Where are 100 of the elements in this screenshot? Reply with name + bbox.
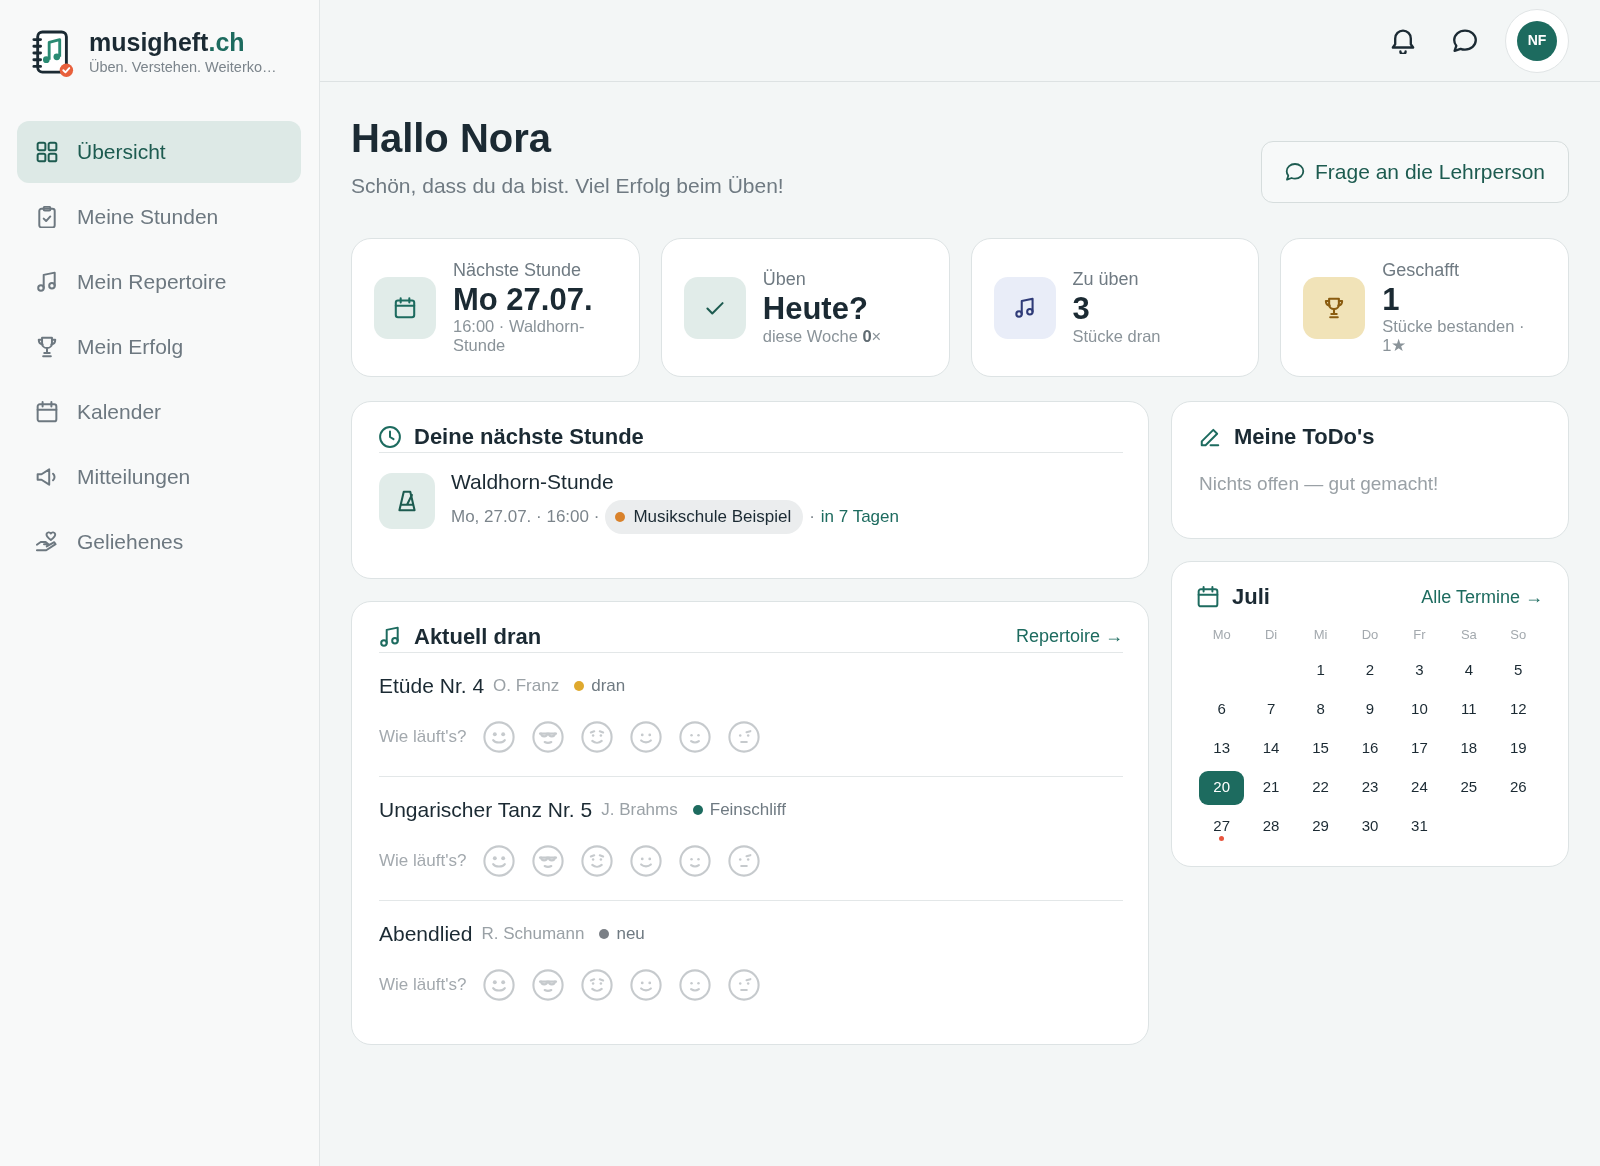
glasses-face-icon[interactable] [532, 844, 565, 877]
skeptical-face-icon[interactable] [728, 844, 761, 877]
music-note-icon [36, 271, 58, 293]
calendar-day[interactable]: 12 [1495, 692, 1541, 727]
smile-face-icon[interactable] [679, 968, 712, 1001]
brand-name: musigheft.ch [89, 29, 246, 56]
calendar-day[interactable]: 20 [1199, 770, 1245, 805]
stat-label: Nächste Stunde [453, 259, 583, 282]
nav-item[interactable]: Meine Stunden [17, 186, 301, 248]
smile-face-icon[interactable] [630, 968, 663, 1001]
calendar-icon [36, 401, 58, 423]
weekday-label: Sa [1459, 626, 1478, 644]
glasses-face-icon[interactable] [532, 968, 565, 1001]
skeptical-face-icon[interactable] [728, 720, 761, 753]
weekday-label: Di [1264, 626, 1279, 644]
calendar-day[interactable]: 28 [1248, 809, 1294, 844]
stat-value: Heute? [762, 291, 869, 327]
smile-face-icon[interactable] [679, 844, 712, 877]
calendar-day[interactable]: 3 [1396, 653, 1442, 688]
smile-face-icon[interactable] [630, 720, 663, 753]
piece-title: Abendlied [379, 920, 473, 947]
nav-item[interactable]: Kalender [17, 381, 301, 443]
calendar-day[interactable]: 14 [1248, 731, 1294, 766]
calendar-day[interactable]: 26 [1495, 770, 1541, 805]
profile-button[interactable]: NF [1505, 8, 1569, 73]
calendar-day[interactable]: 27 [1199, 809, 1245, 844]
stat-value: Mo 27.07. [453, 281, 594, 318]
stat-note: Stücke bestanden · 1★ [1382, 317, 1526, 356]
pencil-icon [1199, 426, 1221, 448]
brand-tagline: Üben. Verstehen. Weiterko… [89, 59, 277, 77]
greeting-title: Hallo Nora [351, 115, 553, 161]
weekday-label: Mi [1312, 626, 1329, 644]
calendar-icon [1197, 586, 1219, 608]
nav-item[interactable]: Mein Repertoire [17, 251, 301, 313]
stat-note: diese Woche 0× [762, 326, 882, 346]
calendar-day[interactable]: 22 [1298, 770, 1344, 805]
speech-bubble-icon [1285, 162, 1305, 182]
stat-note: 16:00 · Waldhorn-Stunde [453, 317, 586, 356]
skeptical-face-icon[interactable] [728, 968, 761, 1001]
glasses-face-icon[interactable] [532, 720, 565, 753]
eyebrows-face-icon[interactable] [581, 720, 614, 753]
bell-icon[interactable] [1390, 27, 1416, 54]
rating-prompt: Wie läuft's? [379, 725, 467, 748]
calendar-day[interactable]: 1 [1298, 653, 1344, 688]
calendar-day[interactable]: 5 [1495, 653, 1541, 688]
nav-item[interactable]: Mein Erfolg [17, 316, 301, 378]
grin-face-icon[interactable] [483, 968, 516, 1001]
calendar-day[interactable]: 24 [1396, 770, 1442, 805]
calendar-day[interactable]: 8 [1298, 692, 1344, 727]
music-note-icon [379, 625, 401, 648]
calendar-day[interactable]: 29 [1298, 809, 1344, 844]
speech-bubble-icon[interactable] [1452, 27, 1478, 54]
calendar-day[interactable]: 18 [1446, 731, 1492, 766]
nav-item[interactable]: Mitteilungen [17, 446, 301, 508]
metronome-icon [379, 473, 435, 530]
grin-face-icon[interactable] [483, 844, 516, 877]
calendar-day[interactable]: 15 [1298, 731, 1344, 766]
calendar-day[interactable]: 9 [1347, 692, 1393, 727]
lesson-time: Mo, 27.07. · 16:00 · [451, 506, 600, 529]
status-label: neu [616, 922, 645, 945]
all-events-link[interactable]: Alle Termine → [1421, 583, 1543, 611]
megaphone-icon [36, 466, 58, 488]
calendar-day[interactable]: 30 [1347, 809, 1393, 844]
grin-face-icon[interactable] [483, 720, 516, 753]
calendar-day[interactable]: 7 [1248, 692, 1294, 727]
eyebrows-face-icon[interactable] [581, 844, 614, 877]
calendar-day[interactable]: 10 [1396, 692, 1442, 727]
calendar-day[interactable]: 13 [1199, 731, 1245, 766]
calendar-day[interactable]: 6 [1199, 692, 1245, 727]
weekday-label: Mo [1211, 626, 1232, 644]
smile-face-icon[interactable] [679, 720, 712, 753]
clock-icon [379, 426, 401, 448]
weekday-label: Do [1360, 626, 1380, 644]
calendar-day[interactable]: 31 [1396, 809, 1442, 844]
clipboard-check-icon [36, 206, 58, 228]
calendar-day[interactable]: 25 [1446, 770, 1492, 805]
repertoire-link[interactable]: Repertoire → [1015, 623, 1123, 651]
calendar-day[interactable]: 11 [1446, 692, 1492, 727]
nav-item[interactable]: Übersicht [17, 121, 301, 183]
stat-label: Üben [762, 269, 807, 291]
nav-item[interactable]: Geliehenes [17, 511, 301, 573]
logo-icon [31, 28, 75, 78]
calendar-day[interactable]: 16 [1347, 731, 1393, 766]
composer-name: R. Schumann [481, 922, 585, 945]
calendar-day[interactable]: 19 [1495, 731, 1541, 766]
ask-teacher-button[interactable]: Frage an die Lehrperson [1261, 141, 1569, 203]
rating-prompt: Wie läuft's? [379, 973, 467, 996]
status-label: Feinschliff [709, 798, 786, 821]
rating-prompt: Wie läuft's? [379, 849, 467, 872]
smile-face-icon[interactable] [630, 844, 663, 877]
stat-label: Geschafft [1382, 259, 1460, 282]
eyebrows-face-icon[interactable] [581, 968, 614, 1001]
calendar-day[interactable]: 17 [1396, 731, 1442, 766]
calendar-day[interactable]: 21 [1248, 770, 1294, 805]
calendar-day[interactable]: 2 [1347, 653, 1393, 688]
relative-time: in 7 Tagen [820, 506, 899, 529]
status-label: dran [591, 674, 626, 697]
calendar-day[interactable]: 4 [1446, 653, 1492, 688]
calendar-day[interactable]: 23 [1347, 770, 1393, 805]
lesson-name: Waldhorn-Stunde [451, 469, 615, 495]
